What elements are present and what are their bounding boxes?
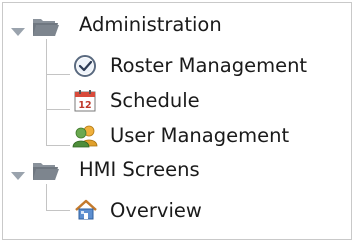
tree-node-label: Schedule	[110, 89, 200, 112]
clock-icon	[73, 54, 101, 78]
tree-guide-line	[46, 145, 70, 146]
tree-node-label: User Management	[110, 124, 290, 147]
tree-node-label: HMI Screens	[79, 158, 200, 181]
tree-node-schedule[interactable]: Schedule	[110, 85, 200, 117]
tree-node-user-management[interactable]: User Management	[110, 120, 289, 152]
collapse-arrow-icon[interactable]	[11, 28, 25, 36]
calendar-icon: 12	[73, 89, 101, 113]
tree-node-hmi-screens[interactable]: HMI Screens	[79, 154, 200, 186]
project-tree: Administration Roster Management 12 Sche…	[2, 2, 352, 240]
tree-node-overview[interactable]: Overview	[110, 195, 202, 227]
tree-guide-line	[46, 109, 70, 110]
calendar-day-number: 12	[78, 100, 91, 111]
tree-guide-line	[46, 74, 70, 75]
folder-open-icon	[32, 16, 60, 40]
tree-guide-line	[46, 210, 70, 211]
tree-node-label: Administration	[79, 13, 222, 36]
home-icon	[73, 198, 101, 222]
tree-node-label: Overview	[110, 199, 202, 222]
tree-node-label: Roster Management	[110, 54, 308, 77]
collapse-arrow-icon[interactable]	[11, 172, 25, 180]
tree-node-roster-management[interactable]: Roster Management	[110, 50, 307, 82]
tree-guide-line	[46, 184, 47, 210]
tree-guide-line	[46, 39, 47, 146]
users-icon	[72, 124, 100, 148]
folder-open-icon	[32, 160, 60, 184]
tree-node-administration[interactable]: Administration	[79, 9, 222, 41]
